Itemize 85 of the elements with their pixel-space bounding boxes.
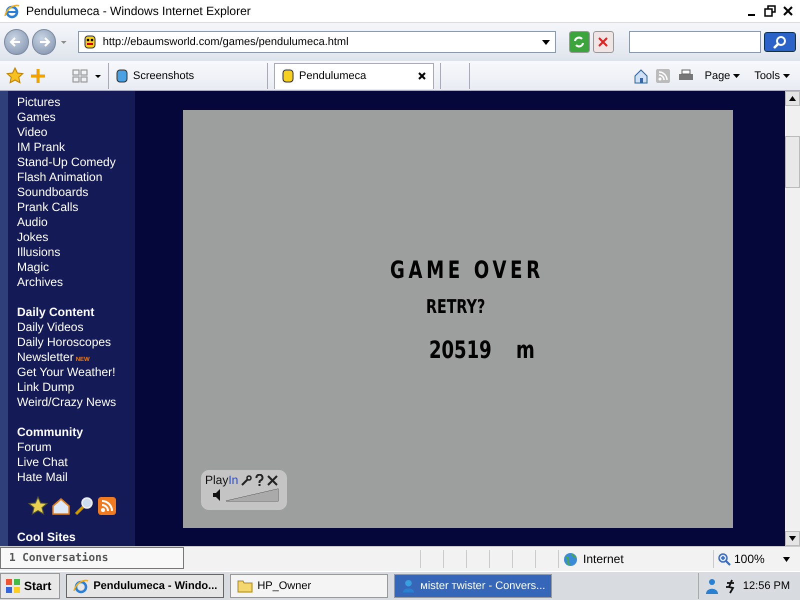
zoom-icon [718, 552, 731, 566]
help-icon[interactable] [255, 474, 264, 486]
sidebar-link[interactable]: Get Your Weather! [17, 365, 116, 380]
widget-label: PlayIn [205, 473, 238, 488]
sidebar-link[interactable]: Stand-Up Comedy [17, 155, 116, 170]
grid-icon[interactable] [72, 68, 88, 84]
close-icon[interactable] [267, 474, 278, 486]
close-tab-icon[interactable] [417, 71, 427, 81]
back-button[interactable] [4, 28, 29, 55]
sidebar-link[interactable]: Prank Calls [17, 200, 78, 214]
site-icon [115, 68, 129, 82]
sidebar-link[interactable]: Illusions [17, 245, 60, 260]
clock: 12:56 PM [742, 580, 790, 592]
game-area[interactable]: GAME OVER RETRY? 20519 m PlayIn [183, 110, 733, 528]
search-field[interactable] [628, 30, 761, 53]
person-icon [401, 578, 416, 594]
caret-icon [733, 72, 740, 79]
taskbar-button[interactable]: HP_Owner [230, 574, 388, 598]
sidebar-link[interactable]: Flash Animation [17, 170, 102, 184]
distance-value: 20519 [429, 336, 492, 364]
stop-button[interactable] [592, 30, 614, 53]
speaker-icon [213, 488, 221, 502]
wrench-icon[interactable] [241, 474, 252, 486]
star-character-icon[interactable] [28, 496, 48, 516]
caret-icon [783, 72, 790, 79]
home-icon[interactable] [51, 496, 71, 516]
zoom-control[interactable]: 100% [713, 550, 800, 568]
magnifier-icon[interactable] [74, 496, 94, 516]
command-button[interactable]: Tools [750, 70, 794, 82]
window-title: Pendulumeca - Windows Internet Explorer [26, 4, 251, 18]
refresh-icon [572, 34, 586, 49]
folder-icon [237, 579, 254, 594]
sidebar-link[interactable]: Audio [17, 215, 48, 230]
sidebar-link[interactable]: Link Dump [17, 380, 74, 394]
browser-tab[interactable]: Screenshots [108, 62, 268, 88]
sidebar-link[interactable]: Jokes [17, 230, 48, 244]
sidebar-link[interactable]: Soundboards [17, 185, 88, 200]
sidebar-heading: Cool Sites [17, 530, 77, 546]
search-icon [772, 34, 787, 49]
sidebar-heading: Community [17, 425, 84, 440]
search-button[interactable] [764, 32, 796, 52]
refresh-button[interactable] [568, 30, 590, 53]
game-over-text: GAME OVER [390, 256, 544, 284]
sidebar-link[interactable]: Archives [17, 275, 64, 290]
browser-tab[interactable]: Pendulumeca [274, 62, 434, 88]
sidebar-link[interactable]: Games [17, 110, 56, 124]
site-icon [281, 69, 295, 83]
browser-logo-icon [73, 578, 90, 594]
star-icon[interactable] [6, 66, 24, 84]
forward-button[interactable] [32, 28, 56, 55]
distance-unit: m [516, 336, 535, 364]
stop-icon [597, 36, 610, 48]
sidebar-link[interactable]: IM Prank [17, 140, 66, 154]
sidebar-link[interactable]: Newsletter [17, 350, 74, 364]
command-button[interactable]: Page [700, 70, 744, 82]
taskbar-button[interactable]: мister тwister - Convers... [394, 574, 552, 598]
sidebar-link[interactable]: Daily Videos [17, 320, 84, 334]
sidebar-link[interactable]: Pictures [17, 95, 60, 110]
sidebar-link[interactable]: Magic [17, 260, 50, 274]
vertical-scrollbar[interactable] [785, 91, 800, 546]
smiley-icon [82, 34, 97, 50]
sidebar-link[interactable]: Hate Mail [17, 470, 68, 484]
start-button[interactable]: Start [0, 573, 60, 600]
globe-icon [563, 552, 578, 567]
sidebar-heading: Daily Content [17, 305, 96, 320]
feed-icon[interactable] [97, 496, 117, 516]
sidebar-link[interactable]: Live Chat [17, 455, 68, 470]
taskbar-button[interactable]: Pendulumeca - Windo... [66, 574, 224, 598]
conversations-popup[interactable]: 1 Conversations [0, 547, 184, 570]
security-zone: Internet [583, 552, 624, 566]
sidebar-link[interactable]: Weird/Crazy News [17, 395, 116, 410]
scroll-thumb[interactable] [785, 136, 800, 188]
sidebar-link[interactable]: Daily Horoscopes [17, 335, 112, 350]
browser-logo-icon [4, 2, 20, 19]
scroll-down-icon[interactable] [789, 536, 796, 542]
sidebar-link[interactable]: Video [17, 125, 48, 140]
caret-icon [783, 556, 790, 562]
scroll-up-icon[interactable] [789, 96, 796, 102]
windows-logo-icon [5, 578, 21, 594]
retry-prompt[interactable]: RETRY? [426, 296, 486, 318]
close-icon[interactable] [782, 4, 794, 17]
restore-icon[interactable] [764, 4, 776, 17]
sidebar-link[interactable]: Forum [17, 440, 52, 454]
address-field[interactable]: http://ebaumsworld.com/games/pendulumeca.html [78, 30, 556, 53]
person-icon[interactable] [704, 578, 719, 594]
